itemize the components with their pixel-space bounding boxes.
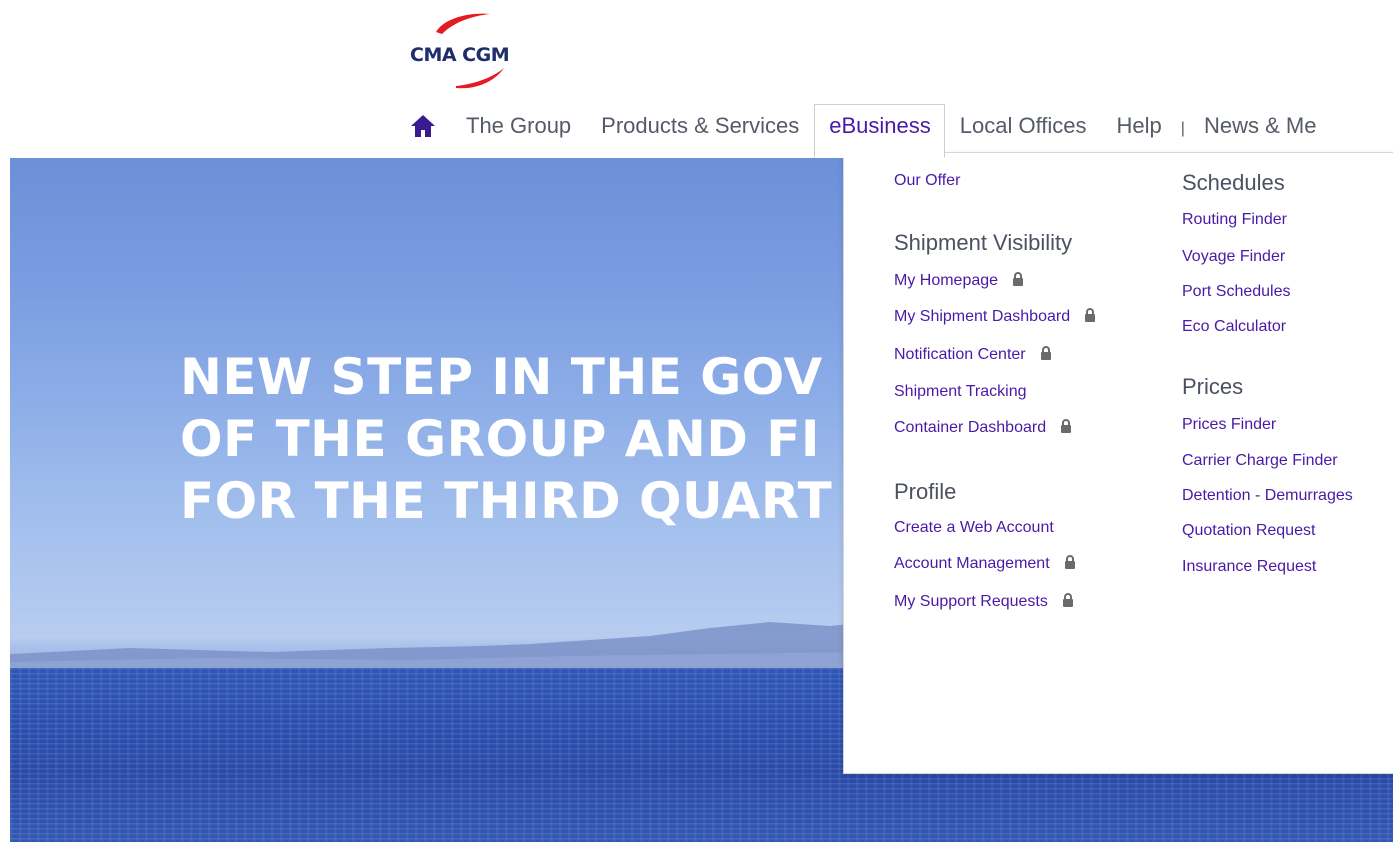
lock-icon bbox=[1061, 419, 1072, 433]
home-icon bbox=[411, 115, 435, 137]
menu-link-carrier-charge-finder[interactable]: Carrier Charge Finder bbox=[1182, 452, 1338, 470]
menu-link-account-management[interactable]: Account Management bbox=[894, 555, 1076, 573]
menu-link-prices-finder[interactable]: Prices Finder bbox=[1182, 416, 1276, 434]
lock-icon bbox=[1085, 308, 1096, 322]
menu-link-my-homepage[interactable]: My Homepage bbox=[894, 272, 1024, 290]
menu-link-container-dashboard[interactable]: Container Dashboard bbox=[894, 419, 1072, 437]
logo-text: CMA CGM bbox=[410, 44, 510, 66]
menu-link-label: Container Dashboard bbox=[894, 419, 1047, 436]
menu-link-label: Shipment Tracking bbox=[894, 383, 1027, 400]
menu-link-voyage-finder[interactable]: Voyage Finder bbox=[1182, 248, 1285, 266]
nav-products-services[interactable]: Products & Services bbox=[586, 104, 814, 148]
menu-link-port-schedules[interactable]: Port Schedules bbox=[1182, 283, 1291, 301]
nav-news-media[interactable]: News & Me bbox=[1189, 104, 1331, 148]
hero-headline-line-3: FOR THE THIRD QUART bbox=[180, 472, 833, 530]
menu-link-create-web-account[interactable]: Create a Web Account bbox=[894, 519, 1054, 537]
nav-ebusiness[interactable]: eBusiness bbox=[814, 104, 945, 158]
menu-link-label: Create a Web Account bbox=[894, 519, 1054, 536]
nav-separator: | bbox=[1180, 120, 1185, 137]
menu-link-eco-calculator[interactable]: Eco Calculator bbox=[1182, 318, 1286, 336]
ebusiness-mega-menu: Our Offer Shipment Visibility My Homepag… bbox=[843, 152, 1393, 774]
cma-cgm-logo[interactable]: CMA CGM bbox=[400, 8, 540, 90]
menu-link-label: Notification Center bbox=[894, 346, 1026, 363]
menu-heading-shipment-visibility: Shipment Visibility bbox=[894, 230, 1073, 255]
menu-link-insurance-request[interactable]: Insurance Request bbox=[1182, 558, 1316, 576]
menu-link-quotation-request[interactable]: Quotation Request bbox=[1182, 522, 1315, 540]
hero-headline-line-1: NEW STEP IN THE GOV bbox=[180, 348, 823, 406]
nav-local-offices[interactable]: Local Offices bbox=[945, 104, 1102, 148]
nav-the-group[interactable]: The Group bbox=[456, 104, 586, 148]
menu-link-label: My Support Requests bbox=[894, 593, 1048, 610]
menu-heading-prices: Prices bbox=[1182, 374, 1244, 399]
menu-link-my-shipment-dashboard[interactable]: My Shipment Dashboard bbox=[894, 308, 1096, 326]
home-button[interactable] bbox=[400, 104, 456, 148]
menu-link-label: Account Management bbox=[894, 555, 1050, 572]
menu-link-label: My Homepage bbox=[894, 272, 999, 289]
hero-headline[interactable]: NEW STEP IN THE GOV OF THE GROUP AND FI … bbox=[180, 346, 832, 532]
menu-link-detention-demurrages[interactable]: Detention - Demurrages bbox=[1182, 487, 1353, 505]
menu-heading-profile: Profile bbox=[894, 479, 957, 504]
menu-heading-schedules: Schedules bbox=[1182, 170, 1285, 195]
hero-headline-line-2: OF THE GROUP AND FI bbox=[180, 410, 820, 468]
main-nav: The Group Products & Services eBusiness … bbox=[400, 100, 1393, 158]
menu-link-shipment-tracking[interactable]: Shipment Tracking bbox=[894, 383, 1027, 401]
menu-link-my-support-requests[interactable]: My Support Requests bbox=[894, 593, 1074, 611]
page: CMA CGM NEW STEP IN THE GOV OF THE GROUP… bbox=[0, 0, 1393, 842]
lock-icon bbox=[1040, 346, 1051, 360]
lock-icon bbox=[1064, 555, 1075, 569]
menu-link-routing-finder[interactable]: Routing Finder bbox=[1182, 211, 1287, 229]
nav-help[interactable]: Help bbox=[1102, 104, 1177, 148]
menu-link-notification-center[interactable]: Notification Center bbox=[894, 346, 1052, 364]
menu-link-label: My Shipment Dashboard bbox=[894, 308, 1071, 325]
lock-icon bbox=[1013, 272, 1024, 286]
lock-icon bbox=[1062, 593, 1073, 607]
menu-link-our-offer[interactable]: Our Offer bbox=[894, 172, 960, 190]
